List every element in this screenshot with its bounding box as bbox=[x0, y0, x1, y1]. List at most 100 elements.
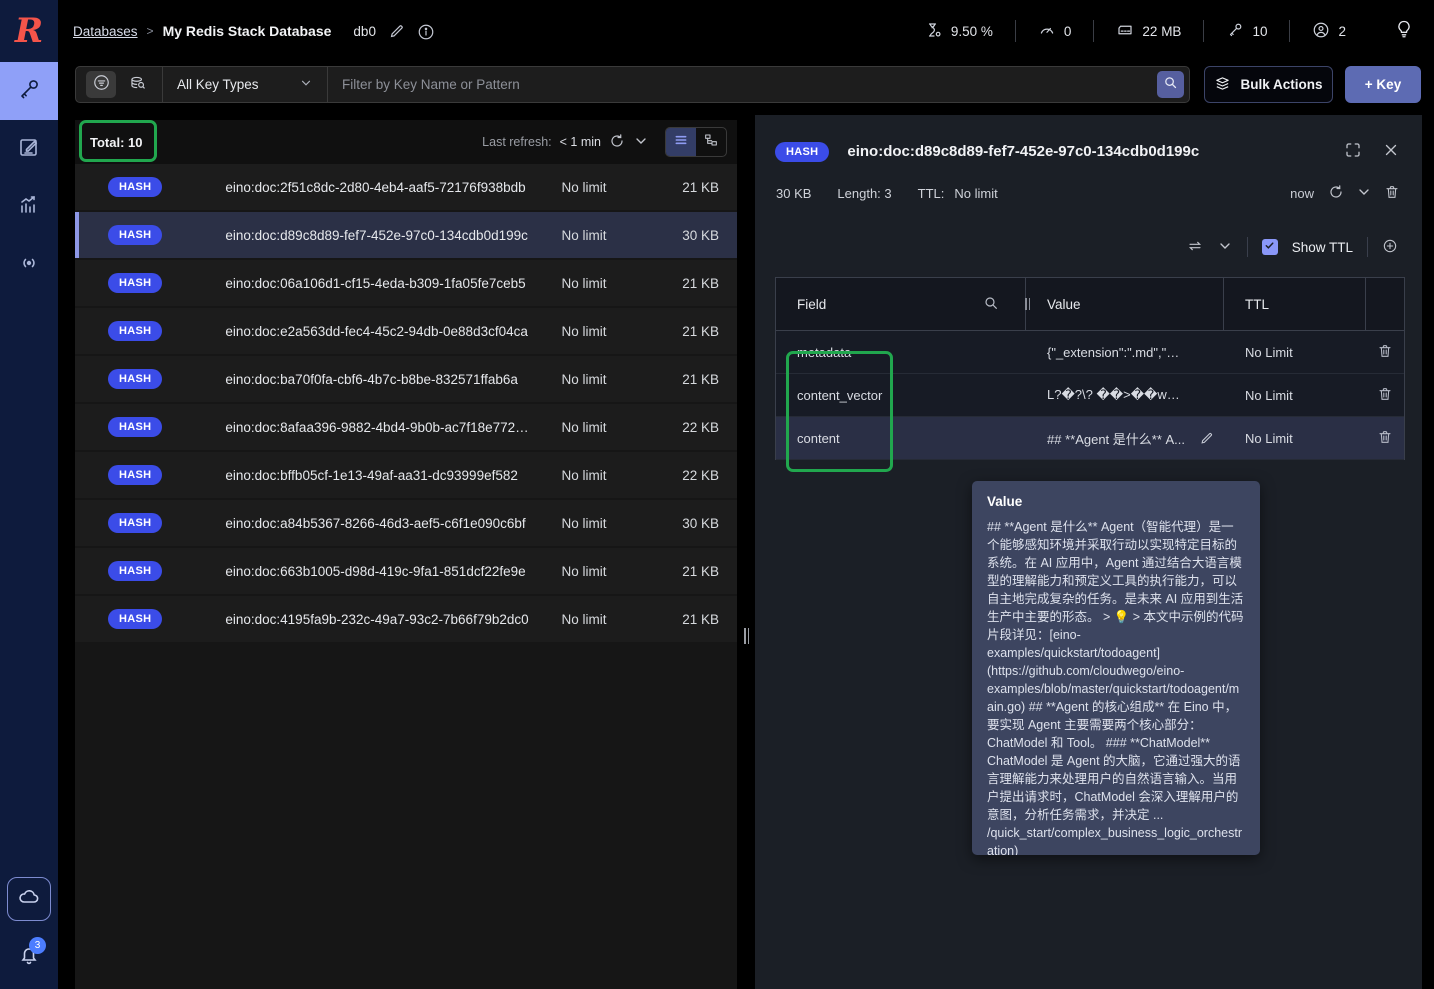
edit-value-icon[interactable] bbox=[1199, 431, 1214, 446]
breadcrumb-separator: > bbox=[146, 24, 154, 38]
key-list-row[interactable]: HASH eino:doc:8afaa396-9882-4bd4-9b0b-ac… bbox=[75, 404, 737, 450]
key-list-row[interactable]: HASH eino:doc:a84b5367-8266-46d3-aef5-c6… bbox=[75, 500, 737, 546]
key-name: eino:doc:4195fa9b-232c-49a7-93c2-7b66f79… bbox=[225, 611, 529, 627]
cloud-icon bbox=[17, 885, 41, 914]
close-icon bbox=[1382, 141, 1400, 162]
column-resize-handle[interactable] bbox=[1025, 298, 1030, 310]
key-search-input[interactable] bbox=[328, 77, 1157, 92]
tree-view-icon bbox=[703, 132, 719, 153]
gauge-icon bbox=[1038, 21, 1056, 42]
key-size: 30 KB bbox=[682, 227, 719, 243]
add-field-button[interactable] bbox=[1382, 238, 1398, 257]
stat-commands-value: 0 bbox=[1063, 23, 1072, 39]
fields-table-header: Field Value TTL bbox=[776, 278, 1404, 331]
tree-view-button[interactable] bbox=[696, 128, 726, 156]
pubsub-icon bbox=[17, 251, 41, 280]
key-ttl: No limit bbox=[561, 275, 607, 291]
key-type-badge: HASH bbox=[108, 417, 163, 437]
panel-resize-handle[interactable] bbox=[744, 628, 750, 644]
insights-button[interactable] bbox=[1394, 19, 1414, 44]
refresh-options-button[interactable] bbox=[633, 133, 649, 152]
key-name: eino:doc:a84b5367-8266-46d3-aef5-c6f1e09… bbox=[225, 515, 526, 531]
key-type-badge: HASH bbox=[108, 225, 163, 245]
key-ttl: No limit bbox=[561, 563, 607, 579]
close-detail-button[interactable] bbox=[1382, 141, 1400, 162]
key-list-row[interactable]: HASH eino:doc:d89c8d89-fef7-452e-97c0-13… bbox=[75, 212, 737, 258]
detail-header: HASH eino:doc:d89c8d89-fef7-452e-97c0-13… bbox=[755, 115, 1422, 162]
detail-refresh-options-button[interactable] bbox=[1356, 184, 1372, 203]
field-ttl: No Limit bbox=[1245, 344, 1293, 360]
expand-icon bbox=[1344, 141, 1362, 162]
key-list-row[interactable]: HASH eino:doc:e2a563dd-fec4-45c2-94db-0e… bbox=[75, 308, 737, 354]
nav-browser[interactable] bbox=[0, 62, 58, 120]
format-options-button[interactable] bbox=[1217, 238, 1233, 257]
field-value[interactable]: ## **Agent 是什么** A... bbox=[1047, 429, 1185, 448]
trash-icon bbox=[1384, 184, 1400, 203]
refresh-button[interactable] bbox=[609, 133, 625, 152]
key-type-badge: HASH bbox=[108, 561, 163, 581]
key-size: 21 KB bbox=[682, 179, 719, 195]
delete-field-icon[interactable] bbox=[1377, 343, 1393, 362]
field-row[interactable]: content ## **Agent 是什么** A... No Limit bbox=[776, 417, 1404, 460]
key-type-dropdown[interactable]: All Key Types bbox=[163, 67, 328, 102]
show-ttl-label: Show TTL bbox=[1291, 239, 1353, 255]
detail-key-name: eino:doc:d89c8d89-fef7-452e-97c0-134cdb0… bbox=[847, 143, 1200, 160]
key-name: eino:doc:bffb05cf-1e13-49af-aa31-dc93999… bbox=[225, 467, 518, 483]
breadcrumb-databases-link[interactable]: Databases bbox=[73, 24, 138, 39]
bulk-actions-button[interactable]: Bulk Actions bbox=[1204, 66, 1333, 103]
last-refresh-value: < 1 min bbox=[559, 135, 601, 149]
key-ttl: No limit bbox=[561, 467, 607, 483]
field-name: content bbox=[797, 430, 840, 446]
field-value[interactable]: {"_extension":".md","_fi... bbox=[1047, 345, 1185, 360]
show-ttl-checkbox[interactable] bbox=[1261, 239, 1278, 255]
memory-icon bbox=[1116, 21, 1134, 42]
field-search-icon[interactable] bbox=[983, 295, 999, 314]
view-toggle bbox=[665, 127, 727, 157]
delete-field-icon[interactable] bbox=[1377, 386, 1393, 405]
key-list-row[interactable]: HASH eino:doc:ba70f0fa-cbf6-4b7c-b8be-83… bbox=[75, 356, 737, 402]
nav-pubsub[interactable] bbox=[0, 236, 58, 294]
controls-divider bbox=[1246, 237, 1248, 257]
key-size: 21 KB bbox=[682, 371, 719, 387]
key-name: eino:doc:e2a563dd-fec4-45c2-94db-0e88d3c… bbox=[225, 323, 528, 339]
search-button[interactable] bbox=[1157, 71, 1184, 98]
key-size: 22 KB bbox=[682, 419, 719, 435]
detail-ttl-value[interactable]: No limit bbox=[954, 186, 997, 201]
key-list-row[interactable]: HASH eino:doc:4195fa9b-232c-49a7-93c2-7b… bbox=[75, 596, 737, 642]
format-switch-button[interactable] bbox=[1187, 238, 1203, 257]
scan-mode-button[interactable] bbox=[122, 71, 152, 98]
key-type-value: All Key Types bbox=[177, 77, 259, 92]
nav-workbench[interactable] bbox=[0, 120, 58, 178]
analytics-icon bbox=[17, 193, 41, 222]
field-value[interactable]: L?�?\? ��>��w�... bbox=[1047, 387, 1185, 403]
key-list-row[interactable]: HASH eino:doc:2f51c8dc-2d80-4eb4-aaf5-72… bbox=[75, 164, 737, 210]
info-icon[interactable] bbox=[417, 23, 434, 40]
field-name: metadata bbox=[797, 344, 852, 360]
delete-key-button[interactable] bbox=[1384, 184, 1400, 203]
detail-size: 30 KB bbox=[776, 186, 812, 201]
key-ttl: No limit bbox=[561, 227, 607, 243]
stat-clients: 2 bbox=[1290, 21, 1368, 42]
stat-cpu-value: 9.50 % bbox=[950, 23, 993, 39]
notifications-button[interactable]: 3 bbox=[0, 935, 58, 979]
filter-mode-button[interactable] bbox=[86, 71, 116, 98]
key-list-row[interactable]: HASH eino:doc:663b1005-d98d-419c-9fa1-85… bbox=[75, 548, 737, 594]
filter-mode-segment bbox=[76, 67, 163, 102]
key-type-badge: HASH bbox=[108, 177, 163, 197]
delete-field-icon[interactable] bbox=[1377, 429, 1393, 448]
key-type-badge: HASH bbox=[108, 609, 163, 629]
fullscreen-button[interactable] bbox=[1344, 141, 1362, 162]
nav-analytics[interactable] bbox=[0, 178, 58, 236]
cpu-icon bbox=[925, 21, 943, 42]
key-list-row[interactable]: HASH eino:doc:bffb05cf-1e13-49af-aa31-dc… bbox=[75, 452, 737, 498]
key-ttl: No limit bbox=[561, 611, 607, 627]
add-key-button[interactable]: + Key bbox=[1345, 66, 1421, 103]
list-view-button[interactable] bbox=[666, 128, 696, 156]
detail-refresh-button[interactable] bbox=[1328, 184, 1344, 203]
key-list-row[interactable]: HASH eino:doc:06a106d1-cf15-4eda-b309-1f… bbox=[75, 260, 737, 306]
field-row[interactable]: content_vector L?�?\? ��>��w�... No Limi… bbox=[776, 374, 1404, 417]
edit-db-icon[interactable] bbox=[388, 23, 405, 40]
field-row[interactable]: metadata {"_extension":".md","_fi... No … bbox=[776, 331, 1404, 374]
refresh-icon bbox=[609, 133, 625, 152]
cloud-button[interactable] bbox=[7, 877, 51, 921]
